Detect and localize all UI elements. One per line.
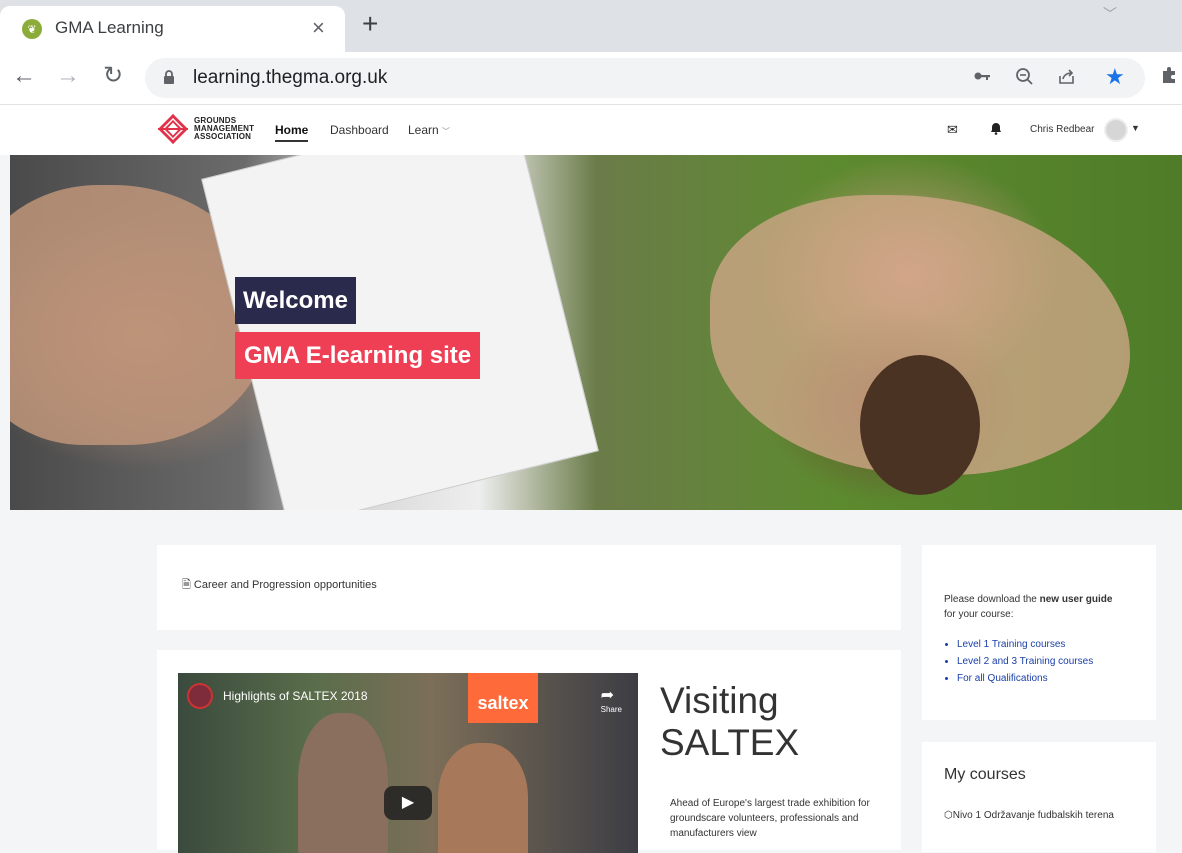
gma-logo-icon bbox=[158, 114, 188, 144]
chevron-down-icon: ﹀ bbox=[442, 127, 451, 136]
gma-logo[interactable]: GROUNDS MANAGEMENT ASSOCIATION bbox=[158, 112, 254, 146]
user-name[interactable]: Chris Redbear bbox=[1030, 124, 1094, 135]
course-cube-icon: ⬡ bbox=[944, 810, 953, 821]
share-icon[interactable] bbox=[1057, 67, 1076, 92]
zoom-icon[interactable] bbox=[1015, 67, 1034, 92]
guide-link-level2-3[interactable]: Level 2 and 3 Training courses bbox=[957, 653, 1093, 670]
guide-link-level1[interactable]: Level 1 Training courses bbox=[957, 636, 1093, 653]
gma-favicon-icon: ❦ bbox=[22, 19, 42, 39]
video-person-male bbox=[298, 713, 388, 853]
nav-home[interactable]: Home bbox=[275, 123, 309, 142]
logo-line: ASSOCIATION bbox=[194, 132, 252, 141]
lock-icon[interactable] bbox=[163, 69, 175, 90]
course-item-label: Nivo 1 Održavanje fudbalskih terena bbox=[952, 810, 1114, 821]
video-share-icon[interactable]: ➦ Share bbox=[601, 685, 622, 714]
hero-welcome: Welcome bbox=[235, 277, 356, 324]
url-text: learning.thegma.org.uk bbox=[193, 67, 388, 88]
my-courses-title: My courses bbox=[944, 766, 1026, 783]
video-person-female bbox=[438, 743, 528, 853]
logo-text: GROUNDS MANAGEMENT ASSOCIATION bbox=[194, 117, 254, 141]
hero-banner: Welcome GMA E-learning site bbox=[10, 155, 1182, 510]
user-menu-caret-icon[interactable]: ▼ bbox=[1131, 123, 1140, 133]
browser-toolbar: ← → ↻ learning.thegma.org.uk ★ bbox=[0, 52, 1182, 105]
notification-bell-icon[interactable] bbox=[990, 122, 1002, 138]
video-share-label: Share bbox=[600, 705, 622, 714]
password-key-icon[interactable] bbox=[973, 67, 991, 91]
extensions-puzzle-icon[interactable] bbox=[1160, 65, 1180, 91]
tab-title: GMA Learning bbox=[55, 18, 164, 37]
guide-intro-text: Please download the bbox=[944, 594, 1040, 605]
career-link[interactable]: 🗎 Career and Progression opportunities bbox=[182, 576, 377, 595]
visit-heading-line: Visiting bbox=[660, 680, 779, 721]
browser-tabstrip: ❦ GMA Learning × + ﹀ bbox=[0, 0, 1182, 52]
list-item[interactable]: ⬡Nivo 1 Održavanje fudbalskih terena bbox=[944, 808, 1134, 823]
site-header: GROUNDS MANAGEMENT ASSOCIATION Home Dash… bbox=[0, 105, 1182, 155]
address-bar[interactable]: learning.thegma.org.uk ★ bbox=[145, 58, 1145, 98]
document-icon: 🗎 bbox=[182, 579, 191, 591]
back-icon[interactable]: ← bbox=[12, 64, 36, 88]
user-avatar[interactable] bbox=[1104, 118, 1128, 142]
guide-intro-text: for your course: bbox=[944, 609, 1014, 620]
reload-icon[interactable]: ↻ bbox=[103, 64, 123, 88]
user-guide-card: Please download the new user guide for y… bbox=[922, 545, 1156, 720]
youtube-video-embed[interactable]: saltex Highlights of SALTEX 2018 ➦ Share … bbox=[178, 673, 638, 853]
messages-envelope-icon[interactable]: ✉ bbox=[947, 122, 958, 138]
guide-intro: Please download the new user guide for y… bbox=[944, 592, 1124, 622]
play-button[interactable]: ▶ bbox=[384, 786, 432, 820]
bookmark-star-icon[interactable]: ★ bbox=[1105, 64, 1125, 90]
career-link-label: Career and Progression opportunities bbox=[193, 579, 377, 591]
visit-description: Ahead of Europe's largest trade exhibiti… bbox=[670, 798, 870, 839]
new-tab-icon[interactable]: + bbox=[362, 9, 378, 39]
hero-subtitle: GMA E-learning site bbox=[235, 332, 481, 379]
guide-link-qualifications[interactable]: For all Qualifications bbox=[957, 670, 1093, 687]
guide-links: Level 1 Training courses Level 2 and 3 T… bbox=[944, 636, 1093, 687]
nav-learn-label: Learn bbox=[408, 123, 439, 137]
video-card: saltex Highlights of SALTEX 2018 ➦ Share … bbox=[157, 650, 901, 853]
close-icon[interactable]: × bbox=[312, 15, 325, 41]
my-courses-card: My courses ⬡Nivo 1 Održavanje fudbalskih… bbox=[922, 742, 1156, 852]
visit-heading-line: SALTEX bbox=[660, 722, 800, 763]
browser-tab[interactable]: ❦ GMA Learning × bbox=[0, 6, 345, 52]
guide-intro-bold: new user guide bbox=[1039, 594, 1113, 605]
nav-dashboard[interactable]: Dashboard bbox=[330, 123, 389, 137]
career-card: 🗎 Career and Progression opportunities bbox=[157, 545, 901, 630]
channel-avatar-icon[interactable] bbox=[187, 683, 213, 709]
tab-search-icon[interactable]: ﹀ bbox=[1103, 4, 1117, 24]
forward-icon[interactable]: → bbox=[56, 64, 80, 88]
hero-image-soil bbox=[860, 355, 980, 495]
video-sign: saltex bbox=[468, 673, 538, 723]
nav-learn[interactable]: Learn ﹀ bbox=[408, 123, 450, 137]
visit-heading: Visiting SALTEX bbox=[660, 680, 799, 764]
video-title[interactable]: Highlights of SALTEX 2018 bbox=[223, 689, 368, 703]
